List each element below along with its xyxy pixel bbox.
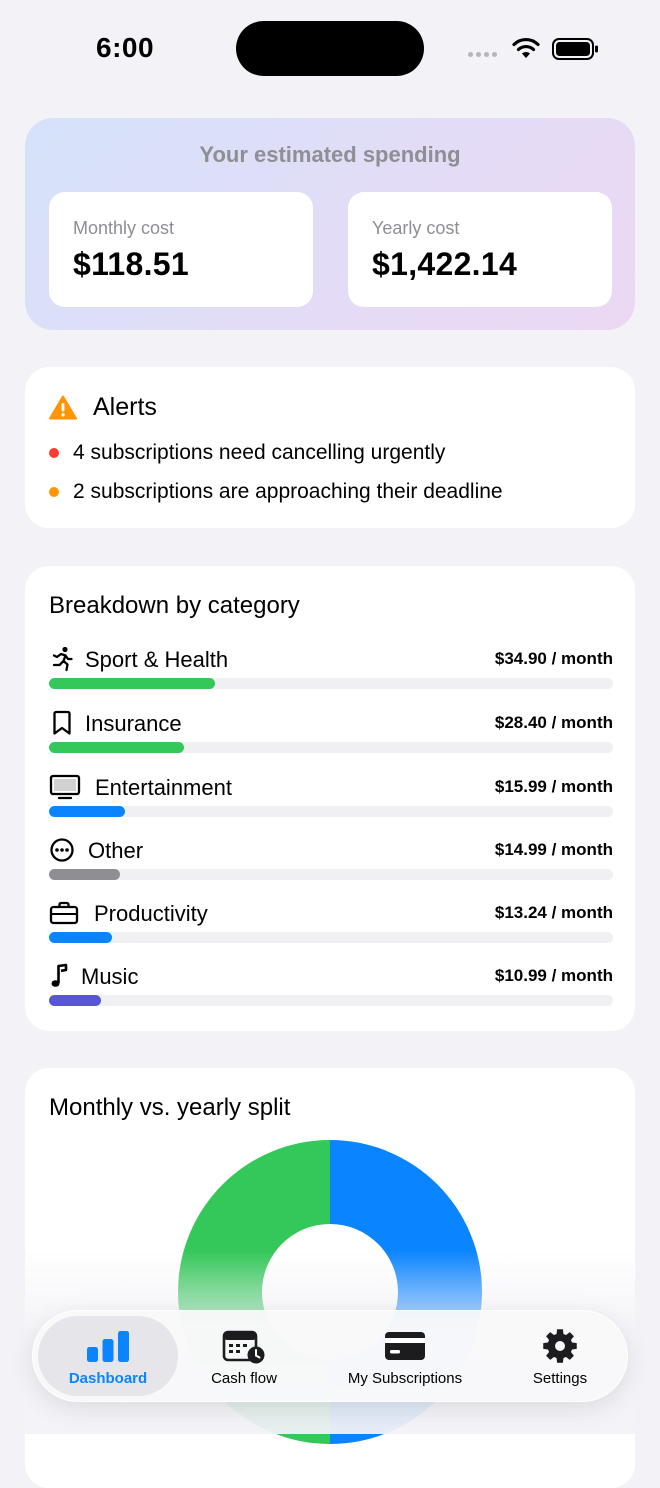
category-label: Insurance — [85, 711, 182, 736]
tab-my-subscriptions[interactable]: My Subscriptions — [330, 1310, 480, 1402]
gear-icon — [542, 1328, 578, 1364]
gear-hole — [555, 1341, 565, 1351]
category-bar-fill — [49, 995, 102, 1006]
category-amount: $15.99 / month — [494, 777, 613, 796]
category-label: Sport & Health — [85, 647, 229, 672]
category-amount: $28.40 / month — [494, 713, 613, 732]
category-label: Other — [88, 838, 144, 863]
alerts-header: Alerts — [49, 393, 157, 422]
yearly-cost-box: Yearly cost $1,422.14 — [348, 192, 612, 307]
category-amount: $34.90 / month — [494, 649, 613, 668]
tab-label: Cash flow — [211, 1370, 277, 1387]
category-breakdown-card: Breakdown by category Sport & Health $34… — [25, 566, 635, 1031]
spending-summary-card: Your estimated spending Monthly cost $11… — [25, 118, 635, 330]
credit-card-icon — [384, 1328, 426, 1364]
category-bar-fill — [49, 806, 126, 817]
briefcase-icon — [49, 899, 79, 927]
tab-bar: Dashboard Cash flow My Subscriptions Set… — [32, 1310, 628, 1402]
monitor-icon — [49, 773, 81, 801]
tab-dashboard[interactable]: Dashboard — [38, 1316, 178, 1396]
wifi-icon — [512, 37, 540, 58]
category-bar-track — [49, 995, 613, 1006]
category-bar-fill — [49, 678, 215, 689]
category-label: Productivity — [94, 901, 208, 926]
monthly-cost-box: Monthly cost $118.51 — [49, 192, 313, 307]
category-bar-fill — [49, 742, 185, 753]
category-amount: $10.99 / month — [494, 966, 613, 985]
warning-icon — [49, 395, 77, 420]
status-bar: 6:00 — [0, 0, 660, 100]
signal-icon — [468, 52, 497, 57]
category-bar-track — [49, 742, 613, 753]
alert-text: 2 subscriptions are approaching their de… — [73, 480, 503, 503]
category-row-sport-health[interactable]: Sport & Health $34.90 / month — [49, 645, 613, 695]
category-bar-fill — [49, 932, 113, 943]
category-row-productivity[interactable]: Productivity $13.24 / month — [49, 899, 613, 949]
category-row-insurance[interactable]: Insurance $28.40 / month — [49, 709, 613, 759]
running-icon — [49, 645, 75, 673]
status-time: 6:00 — [96, 32, 155, 63]
alert-dot-red — [49, 448, 59, 458]
spending-title: Your estimated spending — [199, 142, 461, 167]
ellipsis-circle-icon — [49, 836, 75, 864]
category-bar-fill — [49, 869, 121, 880]
yearly-cost-label: Yearly cost — [372, 218, 460, 238]
bar-chart-icon — [85, 1328, 131, 1364]
yearly-cost-value: $1,422.14 — [372, 246, 518, 282]
tab-cash-flow[interactable]: Cash flow — [188, 1310, 300, 1402]
alert-dot-orange — [49, 487, 59, 497]
category-bar-track — [49, 806, 613, 817]
alerts-title: Alerts — [93, 393, 157, 421]
category-amount: $14.99 / month — [494, 840, 613, 859]
calendar-clock-icon — [222, 1328, 266, 1364]
monthly-cost-value: $118.51 — [73, 246, 190, 282]
alert-item-urgent[interactable]: 4 subscriptions need cancelling urgently — [49, 441, 445, 465]
monthly-cost-label: Monthly cost — [73, 218, 175, 238]
dynamic-island — [236, 21, 424, 76]
category-label: Entertainment — [95, 775, 232, 800]
category-bar-track — [49, 678, 613, 689]
category-row-other[interactable]: Other $14.99 / month — [49, 836, 613, 886]
breakdown-title: Breakdown by category — [49, 592, 300, 619]
category-bar-track — [49, 869, 613, 880]
category-label: Music — [81, 964, 139, 989]
alerts-card[interactable]: Alerts 4 subscriptions need cancelling u… — [25, 367, 635, 528]
alert-text: 4 subscriptions need cancelling urgently — [73, 441, 446, 464]
battery-icon — [552, 38, 598, 60]
tab-label: Settings — [532, 1370, 588, 1387]
bookmark-icon — [49, 709, 75, 737]
split-title: Monthly vs. yearly split — [49, 1094, 291, 1121]
category-row-entertainment[interactable]: Entertainment $15.99 / month — [49, 773, 613, 823]
music-note-icon — [49, 962, 71, 990]
category-amount: $13.24 / month — [494, 903, 613, 922]
tab-settings[interactable]: Settings — [510, 1310, 610, 1402]
tab-label: Dashboard — [68, 1370, 148, 1387]
category-bar-track — [49, 932, 613, 943]
alert-item-deadline[interactable]: 2 subscriptions are approaching their de… — [49, 480, 503, 504]
category-row-music[interactable]: Music $10.99 / month — [49, 962, 613, 1012]
tab-label: My Subscriptions — [347, 1370, 463, 1387]
